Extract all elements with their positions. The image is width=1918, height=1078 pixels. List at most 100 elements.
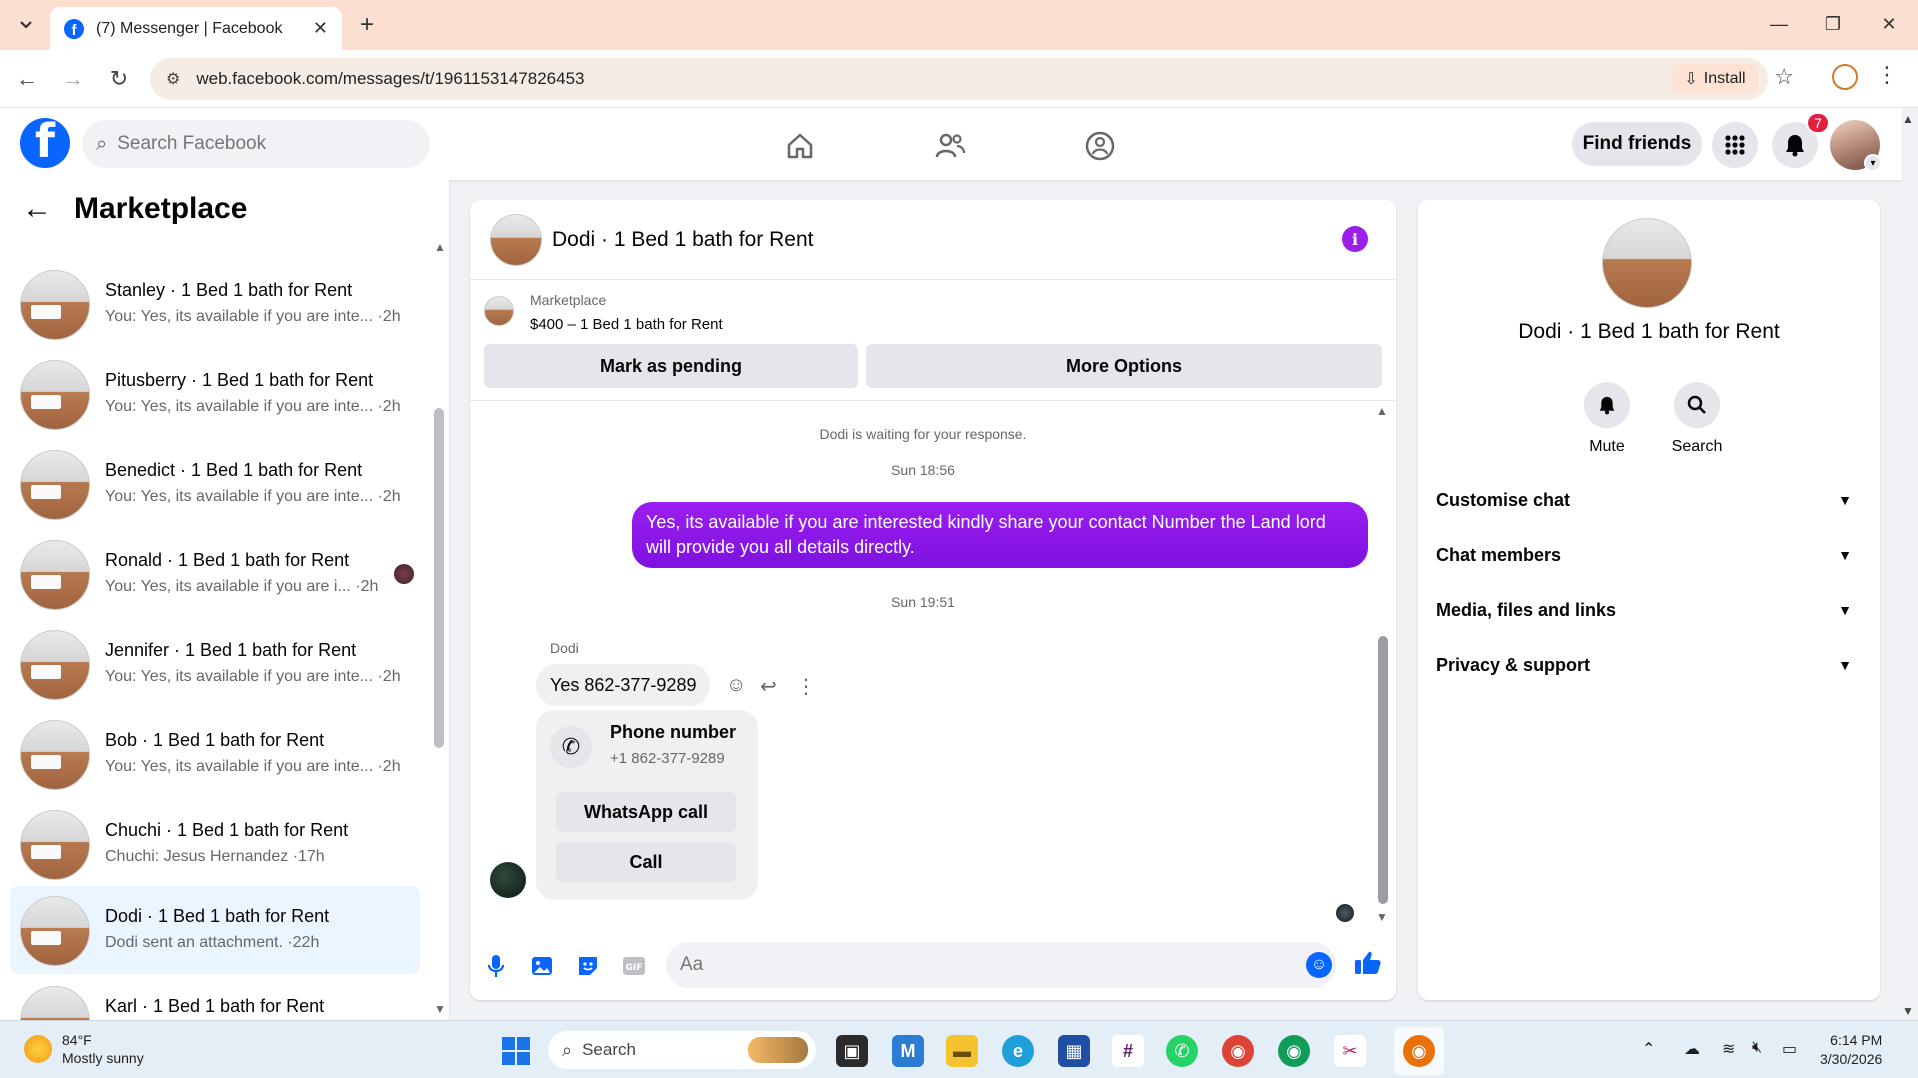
account-chevron-icon[interactable]: ▾ <box>1864 154 1882 172</box>
restore-button[interactable]: ❐ <box>1810 8 1856 40</box>
chat-title[interactable]: Dodi · 1 Bed 1 bath for Rent <box>552 228 814 252</box>
info-icon[interactable]: i <box>1342 226 1368 252</box>
install-icon: ⇩ <box>1684 71 1698 88</box>
address-bar[interactable]: ⚙ web.facebook.com/messages/t/1961153147… <box>150 58 1768 100</box>
conversation-item[interactable]: Ronald · 1 Bed 1 bath for Rent You: Yes,… <box>10 530 420 618</box>
menu-grid-button[interactable] <box>1712 122 1758 168</box>
find-friends-button[interactable]: Find friends <box>1572 122 1702 166</box>
conversation-item[interactable]: Jennifer · 1 Bed 1 bath for Rent You: Ye… <box>10 620 420 708</box>
conversation-item[interactable]: Bob · 1 Bed 1 bath for Rent You: Yes, it… <box>10 710 420 798</box>
bookmark-star-icon[interactable]: ☆ <box>1774 64 1794 90</box>
new-tab-button[interactable]: + <box>352 10 382 40</box>
message-composer[interactable] <box>666 942 1336 988</box>
photo-icon[interactable] <box>528 952 556 980</box>
file-explorer-icon[interactable]: ▬ <box>946 1035 978 1067</box>
scroll-down-arrow-icon[interactable]: ▼ <box>1376 910 1388 924</box>
message-input[interactable] <box>680 954 1240 976</box>
close-tab-icon[interactable]: ✕ <box>313 18 328 39</box>
reply-icon[interactable]: ↩ <box>760 674 777 699</box>
scroll-up-arrow-icon[interactable]: ▲ <box>1376 404 1388 418</box>
page-scroll-up-icon[interactable]: ▲ <box>1902 112 1914 126</box>
incoming-message-bubble[interactable]: Yes 862-377-9289 <box>536 664 711 706</box>
chevron-down-icon <box>20 21 32 29</box>
page-scroll-down-icon[interactable]: ▼ <box>1902 1004 1914 1018</box>
wifi-icon[interactable]: ≋ <box>1722 1039 1735 1059</box>
minimize-button[interactable]: — <box>1756 8 1802 40</box>
snipping-tool-icon[interactable]: ✂ <box>1334 1035 1366 1067</box>
chrome-active-icon[interactable]: ◉ <box>1403 1035 1435 1067</box>
call-button[interactable]: Call <box>556 842 736 882</box>
battery-icon[interactable]: ▭ <box>1782 1039 1797 1059</box>
conversation-item[interactable]: Karl · 1 Bed 1 bath for Rent <box>10 976 420 1020</box>
browser-tab[interactable]: f (7) Messenger | Facebook ✕ <box>50 7 342 50</box>
chrome-profile-icon[interactable]: ◉ <box>1278 1035 1310 1067</box>
weather-widget[interactable]: 84°F Mostly sunny <box>24 1031 144 1067</box>
mark-as-pending-button[interactable]: Mark as pending <box>484 344 858 388</box>
search-icon <box>1674 382 1720 428</box>
conversation-item[interactable]: Benedict · 1 Bed 1 bath for Rent You: Ye… <box>10 440 420 528</box>
close-window-button[interactable]: ✕ <box>1866 8 1912 40</box>
privacy-support-section[interactable]: Privacy & support ▼ <box>1436 643 1862 687</box>
sidebar-scrollbar[interactable] <box>434 408 444 748</box>
taskbar-search[interactable]: ⌕ Search <box>548 1031 816 1069</box>
outgoing-message-bubble[interactable]: Yes, its available if you are interested… <box>632 502 1368 568</box>
groups-nav-icon[interactable] <box>1080 126 1120 166</box>
customise-chat-section[interactable]: Customise chat ▼ <box>1436 478 1862 522</box>
edge-icon[interactable]: e <box>1002 1035 1034 1067</box>
install-button[interactable]: ⇩ Install <box>1672 64 1758 94</box>
conversation-item[interactable]: Pitusberry · 1 Bed 1 bath for Rent You: … <box>10 350 420 438</box>
chat-avatar[interactable] <box>490 214 542 266</box>
thumbs-up-icon[interactable] <box>1354 950 1382 983</box>
chrome-icon[interactable]: ◉ <box>1222 1035 1254 1067</box>
sticker-icon[interactable] <box>574 952 602 980</box>
mute-action[interactable]: Mute <box>1562 382 1652 456</box>
task-view-icon[interactable]: ▣ <box>836 1035 868 1067</box>
chat-profile-avatar[interactable] <box>1602 218 1692 308</box>
back-button[interactable]: ← <box>12 64 42 94</box>
tray-overflow-icon[interactable]: ⌃ <box>1642 1039 1655 1059</box>
more-actions-icon[interactable]: ⋮ <box>796 674 816 699</box>
tab-search-button[interactable] <box>10 10 42 40</box>
reload-button[interactable]: ↻ <box>104 64 134 94</box>
conversation-item-active[interactable]: Dodi · 1 Bed 1 bath for Rent Dodi sent a… <box>10 886 420 974</box>
facebook-search-input[interactable] <box>117 133 398 155</box>
forward-button[interactable]: → <box>58 64 88 94</box>
listing-thumbnail <box>20 450 90 520</box>
conversation-item[interactable]: Stanley · 1 Bed 1 bath for Rent You: Yes… <box>10 260 420 348</box>
install-label: Install <box>1703 70 1746 87</box>
browser-menu-icon[interactable]: ⋮ <box>1876 62 1898 88</box>
waiting-notice: Dodi is waiting for your response. <box>819 426 1027 442</box>
chat-scrollbar[interactable] <box>1378 636 1388 904</box>
whatsapp-call-button[interactable]: WhatsApp call <box>556 792 736 832</box>
store-icon[interactable]: ▦ <box>1058 1035 1090 1067</box>
windows-start-icon[interactable] <box>502 1037 530 1065</box>
temperature: 84°F <box>62 1032 92 1048</box>
search-action[interactable]: Search <box>1652 382 1742 456</box>
microphone-icon[interactable] <box>482 952 510 980</box>
chat-members-section[interactable]: Chat members ▼ <box>1436 533 1862 577</box>
home-nav-icon[interactable] <box>780 126 820 166</box>
more-options-button[interactable]: More Options <box>866 344 1382 388</box>
onedrive-icon[interactable]: ☁ <box>1684 1039 1700 1059</box>
m365-icon[interactable]: M <box>892 1035 924 1067</box>
system-clock[interactable]: 6:14 PM 3/30/2026 <box>1820 1031 1882 1069</box>
friends-nav-icon[interactable] <box>930 126 970 166</box>
facebook-search-box[interactable]: ⌕ <box>82 120 430 168</box>
conversation-snippet: You: Yes, its available if you are inte.… <box>105 398 401 415</box>
sender-avatar[interactable] <box>490 862 526 898</box>
whatsapp-icon[interactable]: ✆ <box>1166 1035 1198 1067</box>
sun-icon <box>24 1035 52 1063</box>
scroll-down-arrow-icon[interactable]: ▼ <box>434 1002 446 1016</box>
gif-icon[interactable]: GIF <box>620 952 648 980</box>
speaker-muted-icon[interactable]: 🔇︎ <box>1752 1039 1762 1057</box>
scroll-up-arrow-icon[interactable]: ▲ <box>434 240 446 254</box>
react-emoji-icon[interactable]: ☺ <box>726 674 746 697</box>
browser-profile-icon[interactable] <box>1832 64 1858 90</box>
conversation-item[interactable]: Chuchi · 1 Bed 1 bath for Rent Chuchi: J… <box>10 800 420 888</box>
media-files-links-section[interactable]: Media, files and links ▼ <box>1436 588 1862 632</box>
emoji-icon[interactable]: ☺ <box>1306 952 1332 978</box>
back-arrow-icon[interactable]: ← <box>22 192 52 226</box>
slack-icon[interactable]: # <box>1112 1035 1144 1067</box>
site-info-icon[interactable]: ⚙ <box>166 69 180 89</box>
facebook-logo-icon[interactable]: f <box>20 118 70 168</box>
